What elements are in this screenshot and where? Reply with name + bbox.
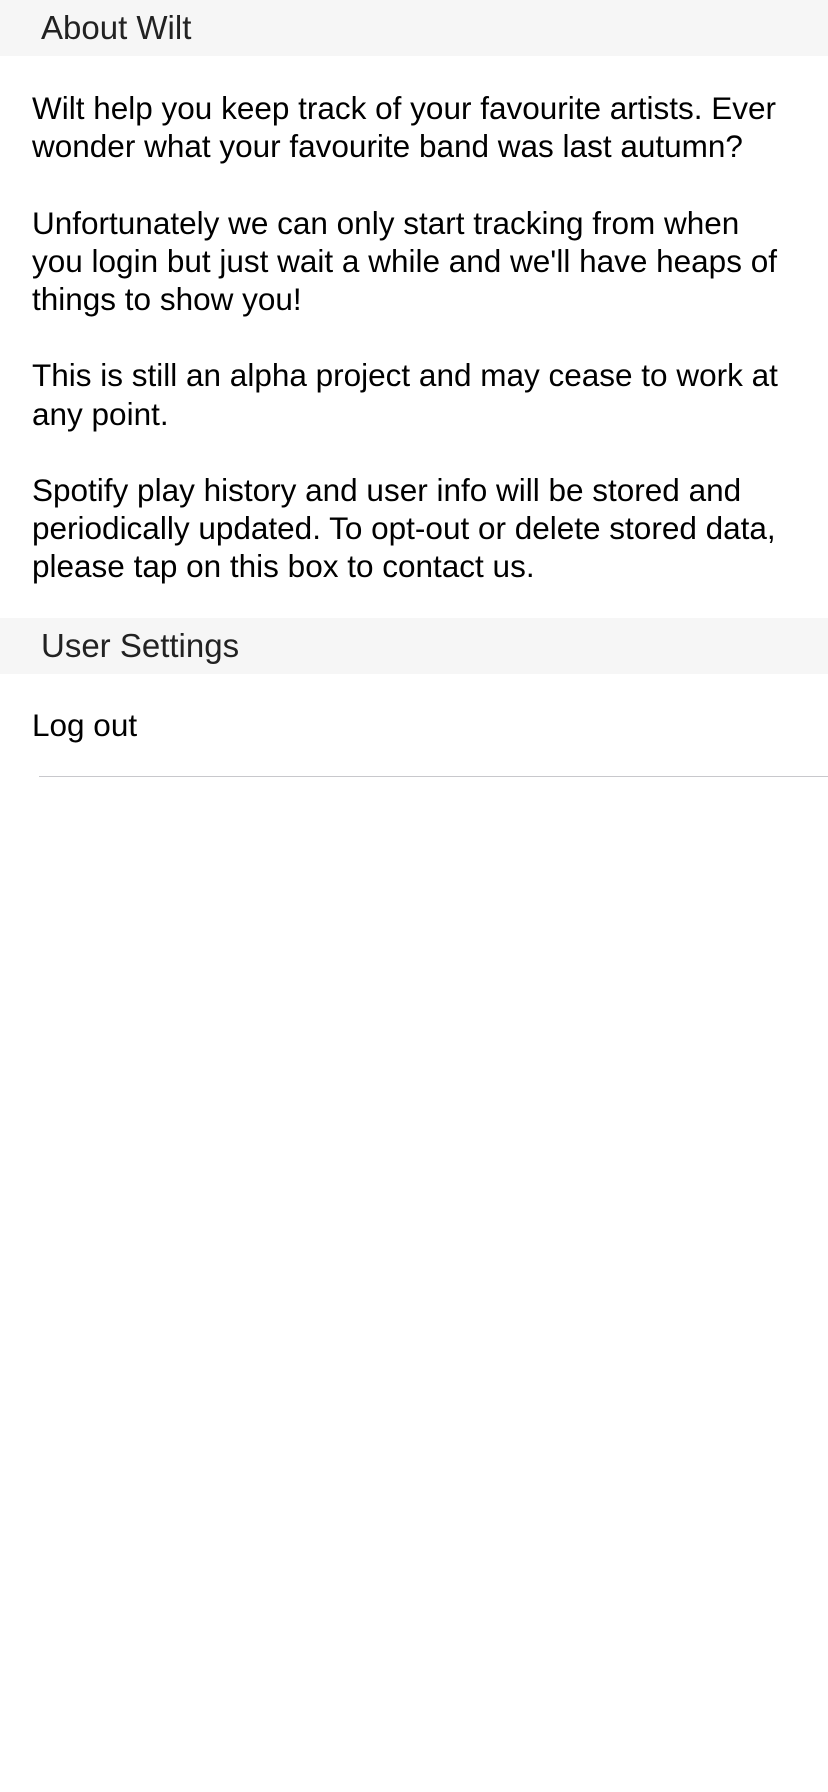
about-paragraph: Unfortunately we can only start tracking… bbox=[32, 204, 777, 317]
about-paragraph: This is still an alpha project and may c… bbox=[32, 357, 778, 432]
logout-button[interactable]: Log out bbox=[0, 674, 828, 777]
about-paragraph: Wilt help you keep track of your favouri… bbox=[32, 90, 777, 165]
logout-label: Log out bbox=[32, 706, 138, 743]
about-info-box[interactable]: Wilt help you keep track of your favouri… bbox=[0, 56, 828, 618]
section-header-user-settings-label: User Settings bbox=[41, 626, 240, 664]
row-separator bbox=[39, 775, 828, 777]
section-header-user-settings: User Settings bbox=[0, 617, 828, 674]
about-paragraph-contact: Spotify play history and user info will … bbox=[32, 471, 776, 585]
section-header-about: About Wilt bbox=[0, 0, 828, 56]
section-header-about-label: About Wilt bbox=[41, 9, 192, 46]
settings-screen: About Wilt Wilt help you keep track of y… bbox=[0, 0, 828, 777]
